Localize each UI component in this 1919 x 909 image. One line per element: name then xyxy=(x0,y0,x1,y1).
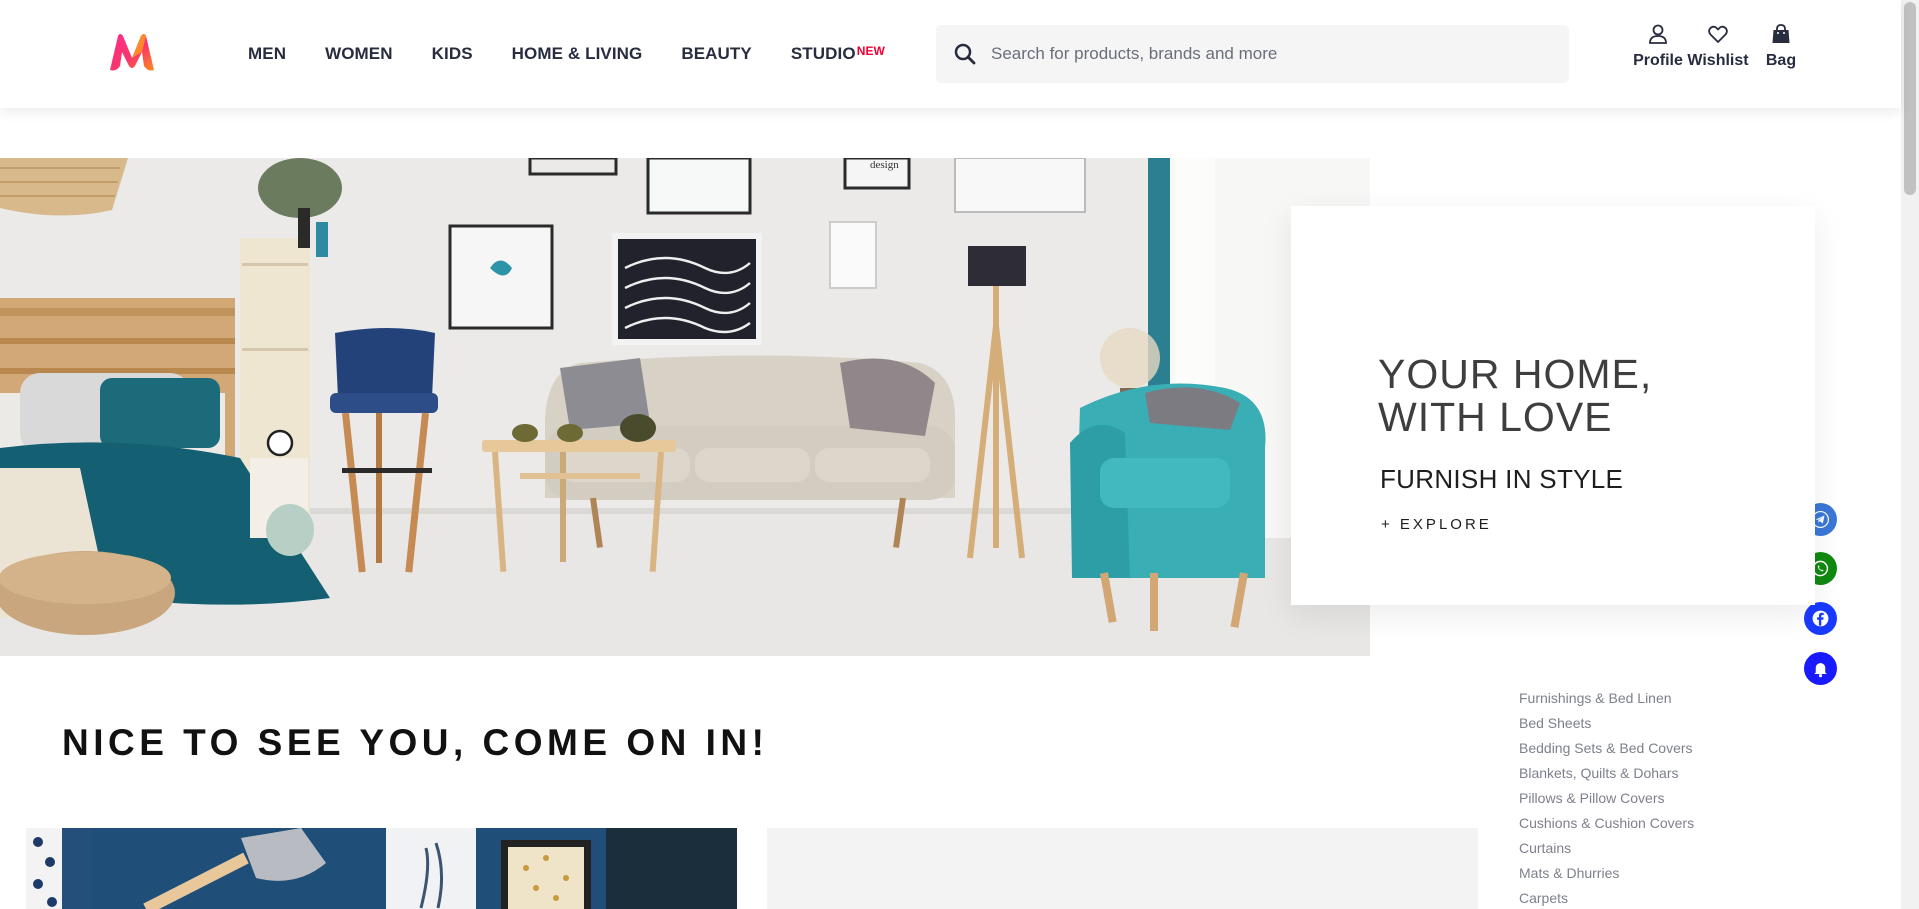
promo-tile-1-image xyxy=(26,828,737,909)
bag-icon xyxy=(1772,24,1790,43)
hero-title-line1: YOUR HOME, xyxy=(1378,351,1653,397)
search-bar xyxy=(936,25,1569,83)
bag-label: Bag xyxy=(1765,52,1797,69)
site-header: M MEN WOMEN KIDS HOME & LIVING BEAUTY ST… xyxy=(0,0,1901,108)
profile-label: Profile xyxy=(1633,52,1683,69)
category-link[interactable]: Mats & Dhurries xyxy=(1519,863,1694,888)
nav-studio[interactable]: STUDIONEW xyxy=(791,44,885,64)
nav-home-living[interactable]: HOME & LIVING xyxy=(512,44,643,64)
category-link[interactable]: Blankets, Quilts & Dohars xyxy=(1519,763,1694,788)
search-icon[interactable] xyxy=(953,42,977,66)
search-input[interactable] xyxy=(991,44,1531,64)
hero-subtitle: FURNISH IN STYLE xyxy=(1380,464,1624,494)
category-link[interactable]: Bed Sheets xyxy=(1519,713,1694,738)
wishlist-button[interactable]: Wishlist xyxy=(1687,22,1749,70)
category-link[interactable]: Cushions & Cushion Covers xyxy=(1519,813,1694,838)
scrollbar-thumb[interactable] xyxy=(1904,2,1916,195)
hero-living-room-image: design xyxy=(0,158,1370,656)
nav-men[interactable]: MEN xyxy=(248,44,286,64)
category-link[interactable]: Carpets xyxy=(1519,888,1694,909)
hero-card: YOUR HOME, WITH LOVE FURNISH IN STYLE + … xyxy=(1291,206,1815,605)
svg-text:design: design xyxy=(870,159,899,171)
header-actions: Profile Wishlist Bag xyxy=(1628,22,1801,70)
category-link[interactable]: Pillows & Pillow Covers xyxy=(1519,788,1694,813)
heart-icon xyxy=(1708,25,1728,43)
category-list: Furnishings & Bed Linen Bed Sheets Beddi… xyxy=(1519,688,1694,909)
category-link[interactable]: Curtains xyxy=(1519,838,1694,863)
category-link[interactable]: Bedding Sets & Bed Covers xyxy=(1519,738,1694,763)
bag-button[interactable]: Bag xyxy=(1761,22,1801,70)
nav-women[interactable]: WOMEN xyxy=(325,44,393,64)
promo-tile-1[interactable] xyxy=(26,828,737,909)
page-scrollbar[interactable] xyxy=(1901,0,1919,909)
main-nav: MEN WOMEN KIDS HOME & LIVING BEAUTY STUD… xyxy=(248,0,924,108)
page: M MEN WOMEN KIDS HOME & LIVING BEAUTY ST… xyxy=(0,0,1919,909)
welcome-heading: NICE TO SEE YOU, COME ON IN! xyxy=(62,722,769,763)
promo-tile-2[interactable] xyxy=(767,828,1478,909)
hero-title-line2: WITH LOVE xyxy=(1378,394,1613,440)
bell-icon xyxy=(1814,662,1827,678)
nav-kids[interactable]: KIDS xyxy=(432,44,473,64)
profile-button[interactable]: Profile xyxy=(1628,22,1688,70)
profile-icon xyxy=(1649,24,1667,44)
facebook-button[interactable] xyxy=(1804,602,1837,635)
wishlist-label: Wishlist xyxy=(1687,52,1749,69)
myntra-logo-icon[interactable] xyxy=(104,32,160,72)
hero-banner[interactable]: design xyxy=(0,158,1370,656)
nav-studio-label: STUDIO xyxy=(790,44,856,63)
new-badge: NEW xyxy=(856,44,885,58)
notification-button[interactable] xyxy=(1804,652,1837,685)
facebook-icon xyxy=(1812,610,1829,627)
category-link[interactable]: Furnishings & Bed Linen xyxy=(1519,688,1694,713)
explore-link[interactable]: + EXPLORE xyxy=(1381,516,1492,533)
nav-beauty[interactable]: BEAUTY xyxy=(681,44,752,64)
